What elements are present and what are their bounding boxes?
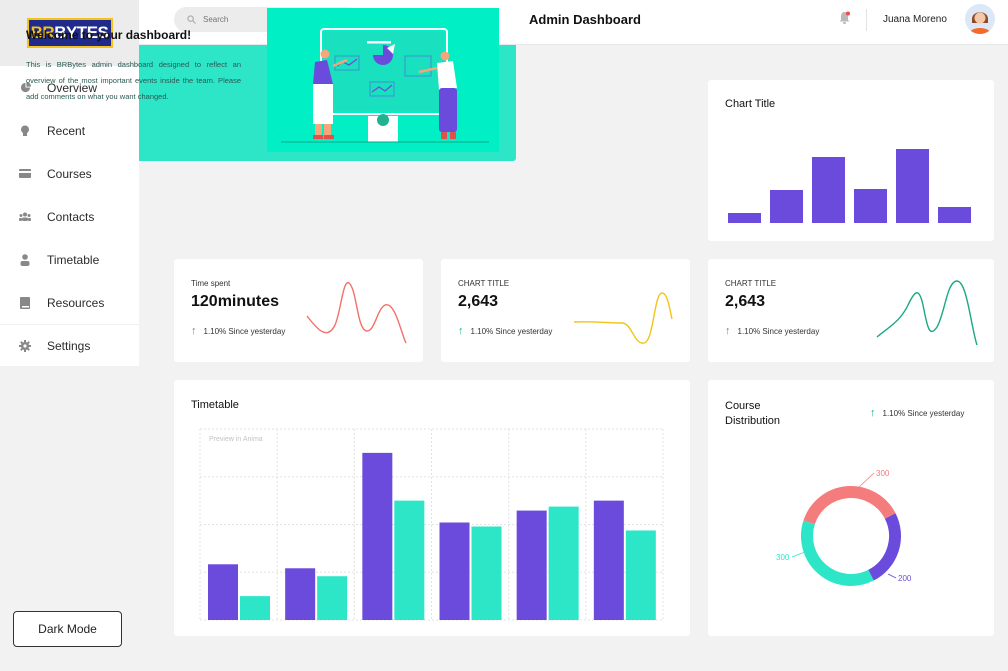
sidebar-nav: Overview Recent Courses Contacts Timetab…	[0, 66, 139, 366]
bar-chart	[728, 149, 971, 223]
sidebar-item-label: Recent	[47, 123, 86, 138]
welcome-text: This is BRBytes admin dashboard designed…	[26, 60, 241, 101]
gear-icon	[19, 339, 31, 352]
stat-delta-text: 1.10% Since yesterday	[737, 326, 820, 336]
chart-bar	[938, 207, 971, 223]
chart-bar	[854, 189, 887, 223]
timetable-bar	[439, 522, 470, 620]
sidebar-item-label: Resources	[47, 295, 105, 310]
topbar-divider	[866, 9, 867, 31]
chart-bar	[896, 149, 929, 223]
course-distribution-card: Course Distribution ↑ 1.10% Since yesterd…	[708, 380, 994, 636]
stat-value: 2,643	[725, 293, 766, 310]
person-icon	[19, 253, 31, 266]
donut-leader-line	[857, 472, 875, 489]
sidebar-item-settings[interactable]: Settings	[0, 324, 139, 366]
donut-chart: 300 200 300	[776, 469, 912, 586]
timetable-bar	[317, 576, 348, 620]
chart-bar	[770, 190, 803, 223]
stat-label: CHART TITLE	[725, 279, 777, 288]
sidebar-item-label: Contacts	[47, 209, 95, 224]
arrow-up-icon: ↑	[191, 325, 197, 337]
sidebar-item-label: Timetable	[47, 252, 100, 267]
stat-value: 120minutes	[191, 293, 280, 310]
stat-delta: ↑ 1.10% Since yesterday	[191, 325, 285, 337]
timetable-bar	[394, 500, 425, 620]
stat-card-time-spent: Time spent 120minutes ↑ 1.10% Since yeste…	[174, 259, 423, 362]
donut-slice	[867, 513, 901, 581]
donut-slice	[803, 486, 896, 525]
sidebar-item-label: Settings	[47, 338, 91, 353]
timetable-bar	[625, 530, 656, 620]
sidebar-item-timetable[interactable]: Timetable	[0, 238, 139, 281]
stat-delta: ↑ 1.10% Since yesterday	[725, 325, 819, 337]
card-icon	[19, 168, 31, 180]
timetable-card: Timetable Preview in Anima	[174, 380, 690, 636]
sparkline	[306, 282, 407, 344]
user-name[interactable]: Juana Moreno	[883, 14, 947, 25]
timetable-bar	[548, 506, 579, 620]
stat-label: Time spent	[191, 279, 231, 288]
sparkline-chart	[306, 282, 407, 344]
stat-card-chart-1: CHART TITLE 2,643 ↑ 1.10% Since yesterday	[441, 259, 690, 362]
chart-bar	[728, 213, 761, 223]
stat-value: 2,643	[458, 293, 499, 310]
dashboard-illustration	[267, 8, 499, 152]
donut-label: 300	[776, 553, 790, 562]
donut-slice	[801, 520, 874, 586]
chart-bar	[812, 157, 845, 223]
stat-delta: ↑ 1.10% Since yesterday	[458, 325, 552, 337]
donut-leader-line	[791, 551, 806, 558]
avatar[interactable]	[965, 4, 995, 34]
sidebar-item-resources[interactable]: Resources	[0, 281, 139, 324]
stat-label: CHART TITLE	[458, 279, 510, 288]
people-icon	[19, 211, 31, 223]
stat-delta-text: 1.10% Since yesterday	[470, 326, 553, 336]
sparkline	[573, 292, 673, 344]
book-icon	[19, 296, 31, 309]
sidebar-item-contacts[interactable]: Contacts	[0, 195, 139, 238]
timetable-bar	[362, 452, 393, 620]
sidebar-item-courses[interactable]: Courses	[0, 152, 139, 195]
timetable-bar	[471, 526, 502, 620]
welcome-title: Welcome to your dashboard!	[26, 28, 192, 42]
dark-mode-button[interactable]: Dark Mode	[13, 611, 122, 647]
donut-leader-line	[887, 573, 897, 579]
bell-icon[interactable]	[838, 11, 851, 30]
bulb-icon	[19, 125, 31, 137]
timetable-bar	[516, 510, 547, 620]
sparkline-chart	[573, 292, 673, 344]
timetable-bar	[240, 596, 270, 620]
sidebar-item-label: Courses	[47, 166, 92, 181]
sparkline-chart	[876, 280, 978, 346]
stat-card-chart-2: CHART TITLE 2,643 ↑ 1.10% Since yesterday	[708, 259, 994, 362]
timetable-bar	[593, 500, 624, 620]
arrow-up-icon: ↑	[458, 325, 464, 337]
chart-title-card: Chart Title	[708, 80, 994, 241]
timetable-bar	[208, 564, 238, 620]
sidebar-item-recent[interactable]: Recent	[0, 109, 139, 152]
arrow-up-icon: ↑	[725, 325, 731, 337]
donut-label: 200	[898, 574, 912, 583]
stat-delta-text: 1.10% Since yesterday	[203, 326, 286, 336]
timetable-chart	[199, 428, 664, 621]
timetable-bar	[285, 568, 316, 620]
donut-label: 300	[876, 469, 890, 478]
sparkline	[876, 280, 978, 346]
